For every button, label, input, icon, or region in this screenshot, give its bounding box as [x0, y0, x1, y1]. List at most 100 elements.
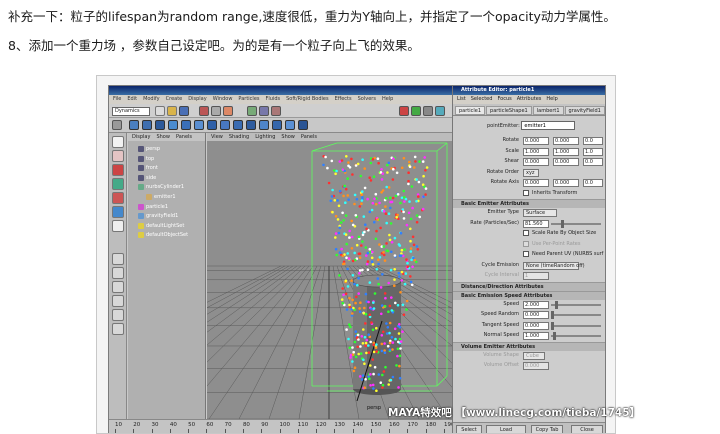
volume-shape-dropdown[interactable]: Cube: [523, 351, 545, 360]
inherits-transform-checkbox[interactable]: [523, 189, 529, 196]
attr-menu-focus[interactable]: Focus: [497, 96, 511, 102]
rate-slider[interactable]: [551, 222, 601, 225]
normal-speed-field[interactable]: 1.000: [523, 332, 549, 340]
rotate-x-field[interactable]: 0.000: [523, 137, 549, 145]
outliner-item-front[interactable]: front: [146, 164, 158, 172]
vortex-field-icon[interactable]: [272, 120, 282, 130]
snap-grid-icon[interactable]: [247, 106, 257, 116]
speed-random-slider[interactable]: [551, 314, 601, 316]
outliner-menu-display[interactable]: Display: [132, 134, 150, 140]
select-object-icon[interactable]: [211, 106, 221, 116]
last-tool-icon[interactable]: [112, 220, 124, 232]
section-volume-emitter[interactable]: Volume Emitter Attributes: [453, 341, 605, 351]
rotate-axis-z-field[interactable]: 0.0: [583, 179, 603, 187]
move-tool-icon[interactable]: [112, 164, 124, 176]
rigid-body-icon[interactable]: [298, 120, 308, 130]
normal-speed-slider[interactable]: [551, 335, 601, 337]
speed-field[interactable]: 2.000: [523, 300, 549, 309]
viewport-menu-shading[interactable]: Shading: [229, 134, 249, 140]
speed-random-slider-knob[interactable]: [551, 311, 554, 319]
outliner-item-emitter1[interactable]: emitter1: [154, 193, 176, 201]
render-globals-icon[interactable]: [423, 106, 433, 116]
cycle-emission-dropdown[interactable]: None (timeRandom off): [523, 261, 585, 270]
rotate-axis-y-field[interactable]: 0.000: [553, 179, 579, 187]
rotate-y-field[interactable]: 0.000: [553, 137, 579, 145]
outliner-item-particle1[interactable]: particle1: [146, 203, 168, 211]
menu-help[interactable]: Help: [382, 96, 393, 102]
layout-four-icon[interactable]: [112, 267, 124, 279]
section-distance-direction[interactable]: Distance/Direction Attributes: [453, 281, 605, 291]
render-icon[interactable]: [399, 106, 409, 116]
outliner-item-defaultlightset[interactable]: defaultLightSet: [146, 222, 184, 230]
open-scene-icon[interactable]: [167, 106, 177, 116]
time-slider[interactable]: 10 20 30 40 50 60 70 80 90 100 110 120 130 140 150 160 1…: [109, 419, 455, 433]
viewport-canvas[interactable]: persp: [207, 141, 452, 419]
attr-menu-selected[interactable]: Selected: [471, 96, 493, 102]
shelf-menu-icon[interactable]: [112, 120, 122, 130]
layout-single-icon[interactable]: [112, 253, 124, 265]
radial-field-icon[interactable]: [233, 120, 243, 130]
load-attributes-button[interactable]: Load Attributes: [486, 425, 526, 433]
perspective-viewport[interactable]: View Shading Lighting Show Panels persp: [207, 133, 452, 419]
new-scene-icon[interactable]: [155, 106, 165, 116]
menu-window[interactable]: Window: [213, 96, 233, 102]
outliner-item-defaultobjectset[interactable]: defaultObjectSet: [146, 231, 188, 239]
menu-solvers[interactable]: Solvers: [358, 96, 376, 102]
emitter-icon[interactable]: [142, 120, 152, 130]
gravity-field-icon[interactable]: [207, 120, 217, 130]
viewport-menu-view[interactable]: View: [211, 134, 223, 140]
tab-gravityfield1[interactable]: gravityField1: [564, 106, 605, 115]
select-tool-icon[interactable]: [112, 136, 124, 148]
outliner-menu-panels[interactable]: Panels: [176, 134, 192, 140]
uniform-field-icon[interactable]: [259, 120, 269, 130]
viewport-menu-panels[interactable]: Panels: [301, 134, 317, 140]
viewport-menu-show[interactable]: Show: [281, 134, 295, 140]
scale-y-field[interactable]: 1.000: [553, 147, 579, 156]
menu-modify[interactable]: Modify: [143, 96, 160, 102]
shear-x-field[interactable]: 0.000: [523, 158, 549, 166]
layout-two-icon[interactable]: [112, 281, 124, 293]
soft-body-icon[interactable]: [285, 120, 295, 130]
tangent-speed-slider-knob[interactable]: [551, 321, 554, 330]
scale-x-field[interactable]: 1.000: [523, 147, 549, 156]
attr-menu-help[interactable]: Help: [546, 96, 557, 102]
menu-particles[interactable]: Particles: [238, 96, 259, 102]
need-parent-uv-checkbox[interactable]: [523, 251, 529, 257]
volume-offset-field[interactable]: 0.000: [523, 362, 549, 370]
tab-particle1[interactable]: particle1: [455, 106, 486, 115]
snap-curve-icon[interactable]: [259, 106, 269, 116]
emitter-name-field[interactable]: [521, 121, 576, 130]
outliner-item-gravityfield1[interactable]: gravityField1: [146, 212, 178, 220]
menu-fluids[interactable]: Fluids: [266, 96, 281, 102]
layout-graph-icon[interactable]: [112, 309, 124, 321]
outliner-item-nurbscylinder1[interactable]: nurbsCylinder1: [146, 183, 184, 191]
tab-lambert1[interactable]: lambert1: [532, 106, 564, 115]
scale-rate-checkbox[interactable]: [523, 230, 529, 236]
save-scene-icon[interactable]: [179, 106, 189, 116]
tangent-speed-slider[interactable]: [551, 324, 601, 327]
menu-display[interactable]: Display: [188, 96, 206, 102]
normal-speed-slider-knob[interactable]: [553, 332, 556, 340]
menu-create[interactable]: Create: [166, 96, 183, 102]
section-emission-speed[interactable]: Basic Emission Speed Attributes: [453, 290, 605, 300]
tab-particleshape1[interactable]: particleShape1: [486, 106, 532, 115]
tangent-speed-field[interactable]: 0.000: [523, 321, 549, 330]
rotate-axis-x-field[interactable]: 0.000: [523, 179, 549, 187]
menu-soft-rigid-bodies[interactable]: Soft/Rigid Bodies: [286, 96, 328, 102]
outliner-item-side[interactable]: side: [146, 174, 156, 182]
attr-menu-list[interactable]: List: [457, 96, 466, 102]
speed-random-field[interactable]: 0.000: [523, 311, 549, 319]
cycle-interval-field[interactable]: 1: [523, 272, 549, 280]
scale-tool-icon[interactable]: [112, 192, 124, 204]
goal-icon[interactable]: [168, 120, 178, 130]
use-per-point-checkbox[interactable]: [523, 240, 529, 247]
air-field-icon[interactable]: [181, 120, 191, 130]
rotate-z-field[interactable]: 0.0: [583, 137, 603, 145]
viewport-menu-lighting[interactable]: Lighting: [255, 134, 275, 140]
snap-point-icon[interactable]: [271, 106, 281, 116]
speed-slider-knob[interactable]: [555, 300, 558, 309]
layout-outliner-icon[interactable]: [112, 295, 124, 307]
menu-edit[interactable]: Edit: [127, 96, 137, 102]
menu-file[interactable]: File: [113, 96, 121, 102]
rate-field[interactable]: 81.560: [523, 219, 549, 228]
